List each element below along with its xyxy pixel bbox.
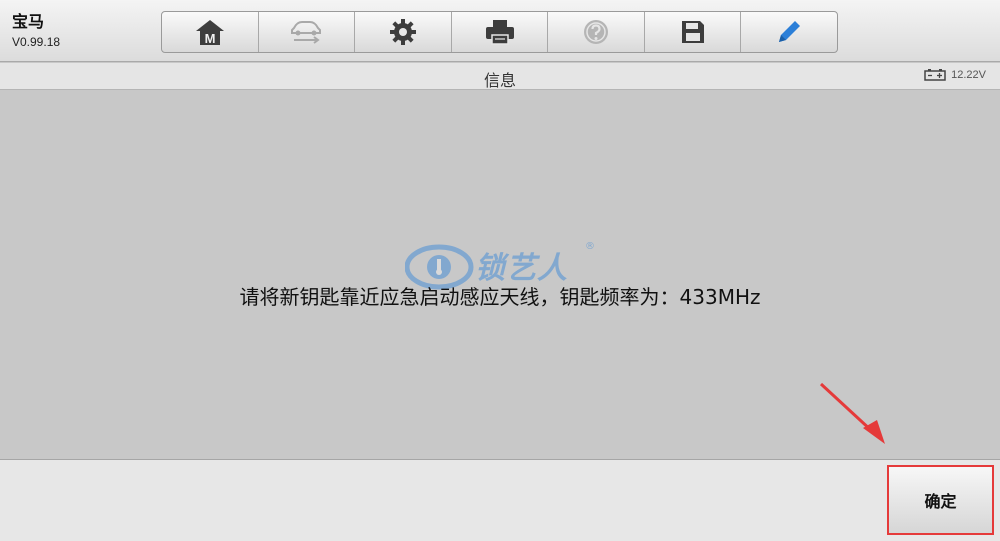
- pencil-icon: [779, 21, 801, 42]
- info-message: 请将新钥匙靠近应急启动感应天线，钥匙频率为：433MHz: [239, 285, 761, 309]
- confirm-button[interactable]: 确定: [887, 465, 994, 535]
- settings-button[interactable]: [355, 12, 452, 52]
- voltage-label: 12.22V: [951, 69, 986, 81]
- annotation-arrow-icon: [819, 382, 885, 444]
- title-strip: 信息 12.22V: [0, 63, 1000, 90]
- floppy-disk-icon: [681, 21, 704, 43]
- battery-status: 12.22V: [924, 69, 986, 81]
- battery-icon: [924, 69, 946, 81]
- page-title: 信息: [483, 71, 516, 90]
- help-button[interactable]: [548, 12, 645, 52]
- toolbar: M: [161, 11, 838, 53]
- bottom-bar: [0, 459, 1000, 541]
- brand-block: 宝马 V0.99.18: [12, 12, 60, 50]
- home-button[interactable]: M: [162, 12, 259, 52]
- home-icon: M: [195, 20, 224, 46]
- home-icon-label: M: [204, 31, 215, 46]
- vehicle-swap-button[interactable]: [259, 12, 356, 52]
- question-icon: [584, 20, 609, 44]
- version-label: V0.99.18: [12, 35, 61, 49]
- print-button[interactable]: [452, 12, 549, 52]
- top-header: 宝马 V0.99.18 M: [0, 0, 1000, 62]
- gear-icon: [389, 19, 416, 45]
- watermark-registered: ®: [585, 241, 595, 252]
- car-swap-icon: [291, 21, 322, 44]
- save-button[interactable]: [645, 12, 742, 52]
- printer-icon: [485, 20, 514, 45]
- brand-name: 宝马: [12, 12, 45, 31]
- edit-button[interactable]: [741, 12, 837, 52]
